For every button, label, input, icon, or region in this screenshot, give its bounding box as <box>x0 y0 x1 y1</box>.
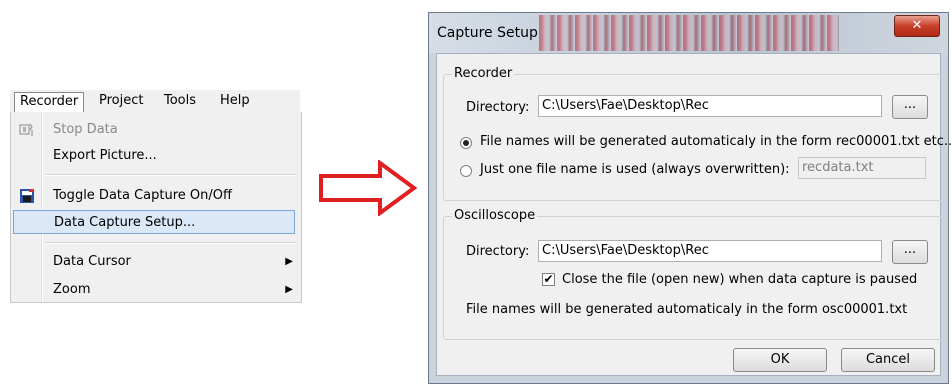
menu-help[interactable]: Help <box>215 92 255 110</box>
recorder-single-name-label: Just one file name is used (always overw… <box>480 162 790 177</box>
recorder-auto-names-label: File names will be generated automatical… <box>480 134 952 149</box>
recorder-group-title: Recorder <box>452 66 515 81</box>
menu-item-data-capture-setup[interactable]: Data Capture Setup... <box>13 210 295 234</box>
recorder-single-name-radio[interactable] <box>460 165 472 177</box>
menu-recorder[interactable]: Recorder <box>14 92 85 112</box>
oscilloscope-group: Oscilloscope Directory: C:\Users\Fae\Des… <box>443 208 945 340</box>
data-capture-icon <box>20 189 34 203</box>
recorder-directory-label: Directory: <box>466 100 530 115</box>
ok-button[interactable]: OK <box>733 348 827 372</box>
menu-project[interactable]: Project <box>94 92 148 110</box>
close-file-label: Close the file (open new) when data capt… <box>562 272 918 287</box>
dialog-title: Capture Setup <box>437 25 538 41</box>
recorder-dropdown-menu: Stop Data Export Picture... Toggle Data … <box>10 112 302 303</box>
recorder-group: Recorder Directory: C:\Users\Fae\Desktop… <box>443 66 952 201</box>
dialog-titlebar[interactable]: Capture Setup ✕ <box>429 13 948 53</box>
menu-item-toggle-data-capture[interactable]: Toggle Data Capture On/Off <box>11 184 301 208</box>
menu-item-zoom[interactable]: Zoom ▶ <box>11 278 301 302</box>
oscilloscope-info-text: File names will be generated automatical… <box>466 302 908 317</box>
oscilloscope-directory-label: Directory: <box>466 244 530 259</box>
menu-item-data-cursor[interactable]: Data Cursor ▶ <box>11 250 301 274</box>
stop-data-icon <box>19 123 33 136</box>
oscilloscope-group-title: Oscilloscope <box>452 208 538 223</box>
oscilloscope-browse-button[interactable]: ... <box>892 240 928 264</box>
recorder-directory-input[interactable]: C:\Users\Fae\Desktop\Rec <box>538 95 882 117</box>
dialog-client-area: Recorder Directory: C:\Users\Fae\Desktop… <box>436 53 952 376</box>
oscilloscope-directory-input[interactable]: C:\Users\Fae\Desktop\Rec <box>538 240 882 262</box>
menu-item-label: Data Cursor <box>53 254 131 269</box>
right-arrow-icon <box>319 160 418 216</box>
submenu-arrow-icon: ▶ <box>285 284 293 295</box>
close-file-checkbox[interactable]: ✔ <box>542 273 555 286</box>
menu-item-label: Data Capture Setup... <box>54 215 196 230</box>
titlebar-glass-texture <box>539 15 839 51</box>
menu-item-label: Zoom <box>53 282 91 297</box>
menu-bar: Recorder Project Tools Help <box>10 90 300 113</box>
menu-separator <box>45 174 297 176</box>
capture-setup-dialog: Capture Setup ✕ Recorder Directory: C:\U… <box>428 12 952 384</box>
menu-item-label: Toggle Data Capture On/Off <box>53 188 232 203</box>
menu-item-stop-data[interactable]: Stop Data <box>11 118 301 142</box>
menu-item-label: Export Picture... <box>53 148 157 163</box>
close-button[interactable]: ✕ <box>894 15 940 37</box>
recorder-auto-names-radio[interactable] <box>460 137 472 149</box>
recorder-browse-button[interactable]: ... <box>892 95 928 119</box>
submenu-arrow-icon: ▶ <box>285 256 293 267</box>
menu-tools[interactable]: Tools <box>159 92 201 110</box>
menu-item-label: Stop Data <box>53 122 118 137</box>
menu-separator <box>45 242 297 244</box>
recorder-single-filename-input[interactable]: recdata.txt <box>798 157 926 179</box>
cancel-button[interactable]: Cancel <box>841 348 935 372</box>
menu-item-export-picture[interactable]: Export Picture... <box>11 144 301 168</box>
